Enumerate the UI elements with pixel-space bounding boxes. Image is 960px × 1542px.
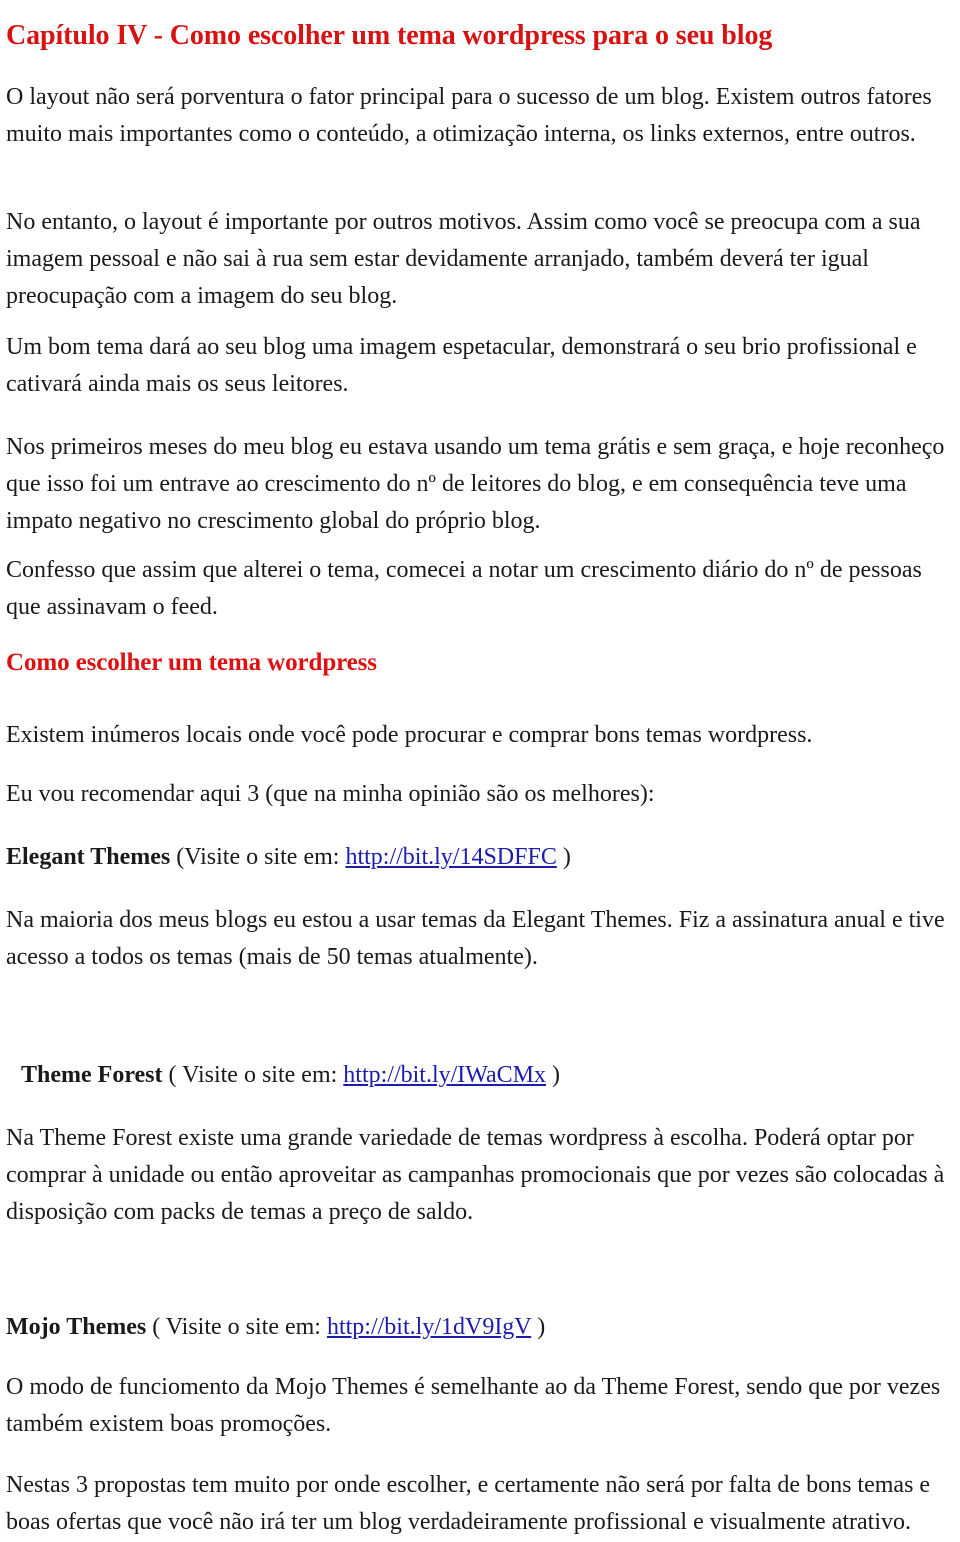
- paragraph-recommend-three: Eu vou recomendar aqui 3 (que na minha o…: [6, 781, 655, 807]
- paragraph-where-to-buy: Existem inúmeros locais onde você pode p…: [6, 722, 813, 748]
- resource-link-theme-forest[interactable]: http://bit.ly/IWaCMx: [343, 1062, 546, 1088]
- paragraph-feed-growth: Confesso que assim que alterei o tema, c…: [6, 557, 922, 620]
- resource-link-elegant-themes[interactable]: http://bit.ly/14SDFFC: [345, 844, 556, 870]
- resource-prefix-theme-forest: ( Visite o site em:: [162, 1062, 344, 1088]
- resource-name-theme-forest: Theme Forest: [21, 1062, 163, 1088]
- resource-line-theme-forest: Theme Forest ( Visite o site em: http://…: [21, 1057, 960, 1094]
- paragraph-intro-layout: O layout não será porventura o fator pri…: [6, 84, 932, 147]
- section-heading-choose-theme: Como escolher um tema wordpress: [6, 648, 377, 676]
- paragraph-elegant-themes-detail: Na maioria dos meus blogs eu estou a usa…: [6, 907, 945, 970]
- paragraph-theme-forest-detail: Na Theme Forest existe uma grande varied…: [6, 1125, 945, 1225]
- resource-suffix-theme-forest: ): [546, 1062, 561, 1088]
- resource-prefix-elegant-themes: (Visite o site em:: [170, 844, 346, 870]
- paragraph-mojo-themes-detail: O modo de funciomento da Mojo Themes é s…: [6, 1374, 941, 1437]
- paragraph-conclusion: Nestas 3 propostas tem muito por onde es…: [6, 1472, 931, 1535]
- paragraph-layout-importance: No entanto, o layout é importante por ou…: [6, 209, 921, 309]
- document-page: Capítulo IV - Como escolher um tema word…: [0, 0, 960, 1542]
- paragraph-good-theme: Um bom tema dará ao seu blog uma imagem …: [6, 334, 917, 397]
- chapter-heading: Capítulo IV - Como escolher um tema word…: [6, 19, 773, 51]
- resource-name-mojo-themes: Mojo Themes: [6, 1314, 147, 1340]
- paragraph-first-months: Nos primeiros meses do meu blog eu estav…: [6, 434, 945, 534]
- resource-prefix-mojo-themes: ( Visite o site em:: [146, 1314, 327, 1340]
- resource-line-elegant-themes: Elegant Themes (Visite o site em: http:/…: [6, 839, 950, 876]
- resource-line-mojo-themes: Mojo Themes ( Visite o site em: http://b…: [6, 1309, 950, 1346]
- resource-link-mojo-themes[interactable]: http://bit.ly/1dV9IgV: [327, 1314, 531, 1340]
- resource-suffix-elegant-themes: ): [556, 844, 571, 870]
- resource-name-elegant-themes: Elegant Themes: [6, 844, 171, 870]
- resource-suffix-mojo-themes: ): [531, 1314, 546, 1340]
